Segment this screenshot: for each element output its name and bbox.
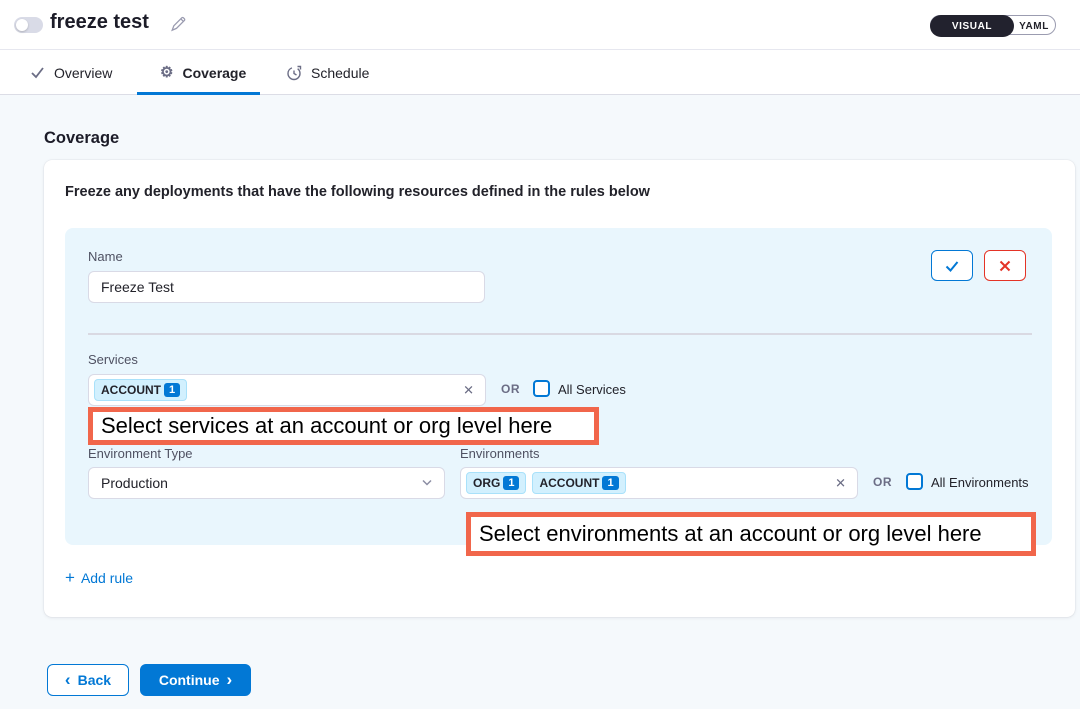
- back-button-label: Back: [78, 672, 111, 688]
- all-environments-label: All Environments: [931, 475, 1029, 490]
- continue-button-label: Continue: [159, 672, 220, 688]
- environment-tag-org[interactable]: ORG 1: [466, 472, 526, 494]
- continue-button[interactable]: Continue ›: [140, 664, 251, 696]
- x-icon: [998, 259, 1012, 273]
- name-input[interactable]: [88, 271, 485, 303]
- all-services-label: All Services: [558, 382, 626, 397]
- check-icon: [944, 258, 960, 274]
- tag-text: ACCOUNT: [101, 383, 161, 397]
- tab-schedule[interactable]: Schedule: [286, 50, 369, 95]
- environments-multiselect[interactable]: ORG 1 ACCOUNT 1 ✕: [460, 467, 858, 499]
- all-environments-checkbox[interactable]: [906, 473, 923, 490]
- services-label: Services: [88, 352, 138, 367]
- add-rule-button[interactable]: + Add rule: [65, 569, 133, 586]
- environment-type-label: Environment Type: [88, 446, 193, 461]
- environment-type-value: Production: [101, 475, 168, 491]
- add-rule-label: Add rule: [81, 570, 133, 586]
- service-tag-account[interactable]: ACCOUNT 1: [94, 379, 187, 401]
- tab-overview[interactable]: Overview: [30, 50, 112, 95]
- tab-bar: Overview ⚙ Coverage Schedule: [0, 50, 1080, 95]
- plus-icon: +: [65, 569, 75, 586]
- tag-count-badge: 1: [164, 383, 180, 397]
- environment-type-select[interactable]: Production: [88, 467, 445, 499]
- freeze-enable-toggle[interactable]: [14, 17, 43, 33]
- tab-schedule-label: Schedule: [311, 65, 369, 81]
- tab-coverage-label: Coverage: [182, 65, 246, 81]
- tag-count-badge: 1: [503, 476, 519, 490]
- confirm-rule-button[interactable]: [931, 250, 973, 281]
- environments-clear-icon[interactable]: ✕: [835, 477, 846, 490]
- tab-coverage[interactable]: ⚙ Coverage: [160, 50, 246, 95]
- edit-pencil-icon[interactable]: [169, 15, 187, 33]
- tab-overview-label: Overview: [54, 65, 112, 81]
- clock-refresh-icon: [286, 65, 302, 81]
- environments-or-text: OR: [873, 475, 892, 489]
- tag-text: ORG: [473, 476, 500, 490]
- page-title: freeze test: [50, 11, 149, 34]
- annotation-environments: Select environments at an account or org…: [466, 512, 1036, 556]
- back-button[interactable]: ‹ Back: [47, 664, 129, 696]
- active-tab-indicator: [137, 92, 260, 95]
- cancel-rule-button[interactable]: [984, 250, 1026, 281]
- environment-tag-account[interactable]: ACCOUNT 1: [532, 472, 625, 494]
- check-icon: [30, 65, 45, 80]
- environments-label: Environments: [460, 446, 539, 461]
- visual-yaml-toggle[interactable]: VISUAL YAML: [930, 15, 1056, 35]
- section-heading: Coverage: [44, 129, 119, 148]
- freeze-studio-screen: freeze test VISUAL YAML Overview ⚙ Cover…: [0, 0, 1080, 709]
- rule-divider: [88, 333, 1032, 335]
- chevron-left-icon: ‹: [65, 671, 71, 688]
- chevron-right-icon: ›: [226, 671, 232, 688]
- tag-text: ACCOUNT: [539, 476, 599, 490]
- services-clear-icon[interactable]: ✕: [463, 384, 474, 397]
- yaml-segment[interactable]: YAML: [1013, 16, 1055, 36]
- tag-count-badge: 1: [602, 476, 618, 490]
- visual-segment[interactable]: VISUAL: [930, 15, 1014, 37]
- name-label: Name: [88, 249, 123, 264]
- services-or-text: OR: [501, 382, 520, 396]
- header: freeze test VISUAL YAML: [0, 0, 1080, 50]
- all-services-checkbox[interactable]: [533, 380, 550, 397]
- chevron-down-icon: [421, 475, 433, 491]
- gear-icon: ⚙: [160, 65, 173, 80]
- annotation-services: Select services at an account or org lev…: [88, 407, 599, 445]
- services-multiselect[interactable]: ACCOUNT 1 ✕: [88, 374, 486, 406]
- card-description: Freeze any deployments that have the fol…: [65, 184, 650, 200]
- toggle-knob: [16, 19, 28, 31]
